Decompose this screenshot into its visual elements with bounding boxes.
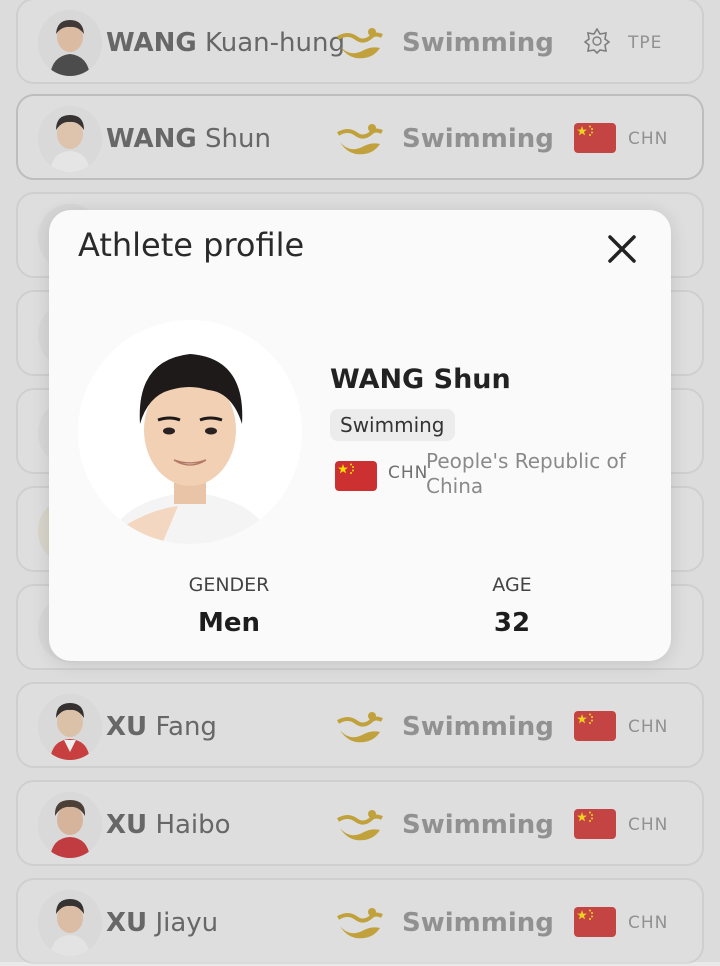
athlete-profile-modal: Athlete profile WANG Shun Swimming CHN P… [49,210,671,661]
modal-title: Athlete profile [78,226,305,264]
country-name: People's Republic of China [426,449,626,498]
age-value: 32 [493,608,531,638]
china-flag-icon [335,461,377,491]
sport-chip: Swimming [330,409,455,441]
athlete-name: WANG Shun [330,364,511,395]
age-label: AGE [492,574,532,596]
noc-code: CHN [388,463,429,483]
gender-value: Men [197,608,261,638]
athlete-portrait [78,320,302,544]
close-icon[interactable] [601,228,643,270]
gender-label: GENDER [188,574,270,596]
